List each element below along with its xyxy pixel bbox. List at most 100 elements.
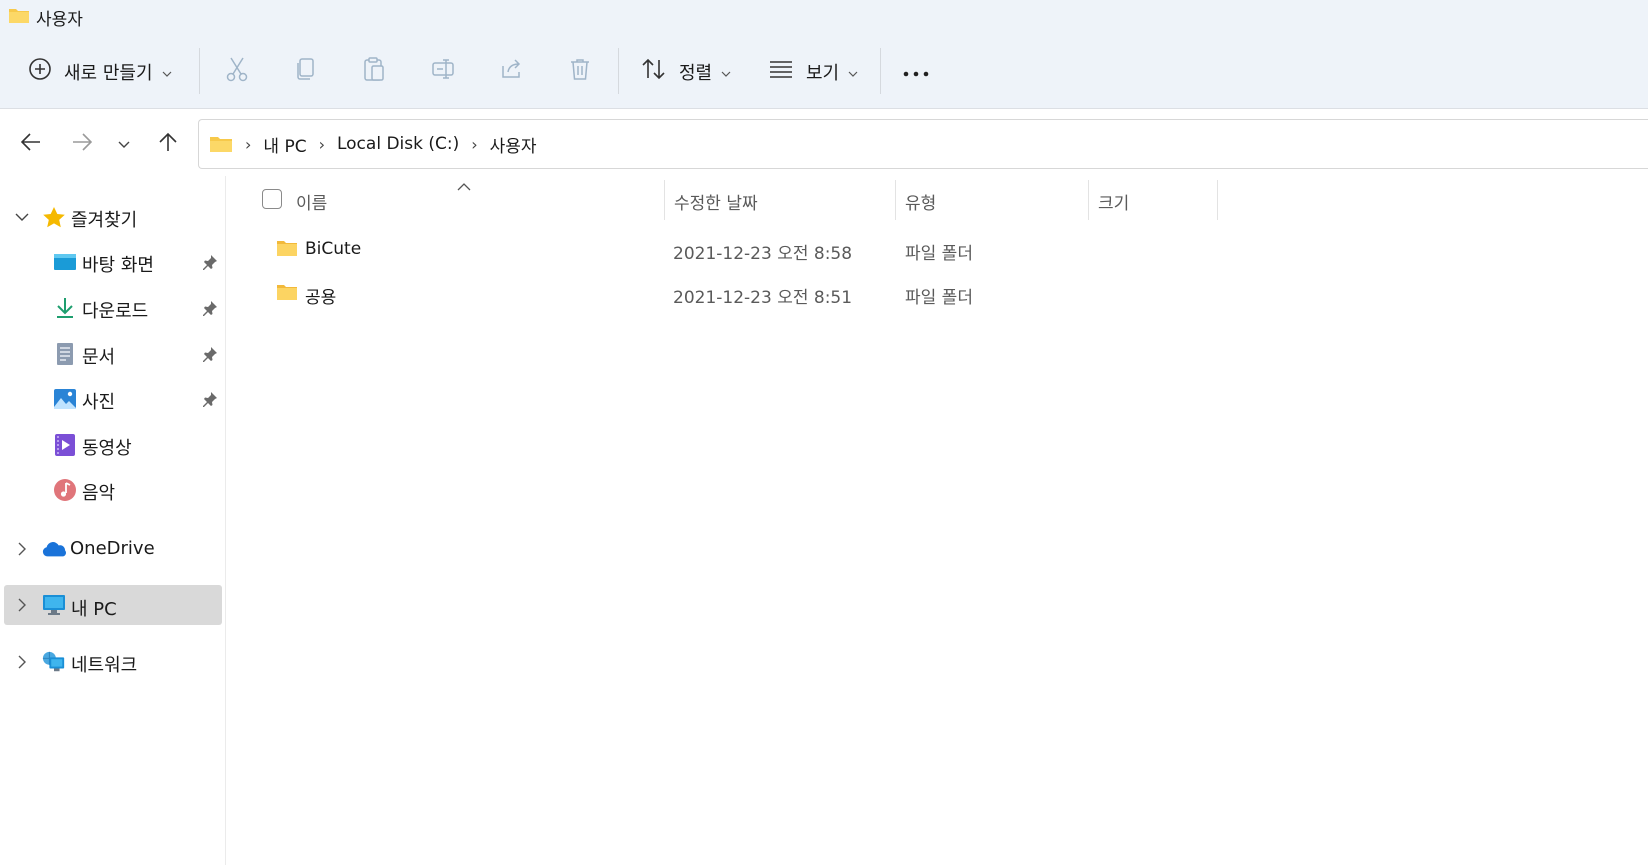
chevron-right-icon[interactable] — [14, 597, 30, 613]
delete-button[interactable] — [569, 34, 591, 109]
select-all-checkbox[interactable] — [262, 189, 282, 209]
sidebar-item-pictures[interactable]: 사진 — [4, 379, 222, 419]
chevron-down-icon — [721, 62, 731, 82]
file-row[interactable]: BiCute 2021-12-23 오전 8:58 파일 폴더 — [267, 229, 1217, 269]
up-button[interactable] — [154, 130, 182, 158]
sort-button[interactable]: 정렬 — [641, 34, 731, 109]
sidebar-item-documents[interactable]: 문서 — [4, 334, 222, 374]
computer-icon — [42, 593, 66, 617]
breadcrumb-chevron-icon[interactable]: › — [319, 135, 325, 154]
column-resize-handle[interactable] — [664, 180, 665, 220]
sidebar-item-label: 네트워크 — [71, 655, 138, 676]
breadcrumb-chevron-icon[interactable]: › — [471, 135, 477, 154]
chevron-down-icon[interactable] — [14, 209, 30, 225]
sort-ascending-icon — [457, 176, 471, 196]
column-header-size[interactable]: 크기 — [1098, 181, 1129, 221]
arrow-right-icon — [72, 132, 93, 156]
new-button-label: 새로 만들기 — [64, 62, 153, 84]
sidebar-item-label: OneDrive — [70, 538, 155, 559]
new-button[interactable]: 새로 만들기 — [28, 34, 172, 109]
sidebar-item-downloads[interactable]: 다운로드 — [4, 288, 222, 328]
desktop-icon — [53, 250, 77, 274]
sidebar-item-favorites[interactable]: 즐겨찾기 — [4, 197, 222, 237]
file-name: BiCute — [305, 239, 362, 259]
view-button[interactable]: 보기 — [768, 34, 858, 109]
sort-icon — [641, 57, 667, 86]
sidebar-item-label: 음악 — [82, 483, 116, 504]
file-date: 2021-12-23 오전 8:58 — [673, 244, 853, 264]
pictures-icon — [53, 387, 77, 411]
sidebar-item-label: 바탕 화면 — [82, 255, 154, 276]
folder-icon — [276, 283, 298, 306]
sort-button-label: 정렬 — [679, 62, 713, 84]
column-resize-handle[interactable] — [1088, 180, 1089, 220]
share-icon — [500, 58, 524, 85]
sidebar-item-onedrive[interactable]: OneDrive — [4, 529, 222, 569]
title-bar: 사용자 — [0, 0, 1648, 34]
plus-circle-icon — [28, 57, 52, 86]
file-type: 파일 폴더 — [905, 244, 973, 264]
cloud-icon — [42, 537, 66, 561]
pin-icon[interactable] — [202, 391, 218, 407]
sidebar-item-music[interactable]: 음악 — [4, 470, 222, 510]
window-title: 사용자 — [36, 9, 83, 30]
back-button[interactable] — [17, 130, 45, 158]
file-name: 공용 — [305, 288, 337, 308]
document-icon — [53, 342, 77, 366]
breadcrumb-item[interactable]: 내 PC — [263, 132, 306, 157]
navigation-pane: 즐겨찾기 바탕 화면 다운로드 문서 사진 동영상 음악 OneDrive 내 … — [0, 176, 226, 865]
column-header-type[interactable]: 유형 — [905, 181, 936, 221]
view-button-label: 보기 — [806, 62, 840, 84]
chevron-right-icon[interactable] — [14, 541, 30, 557]
column-header-date[interactable]: 수정한 날짜 — [674, 181, 758, 221]
recent-locations-button[interactable] — [110, 130, 138, 158]
column-header-label: 유형 — [905, 193, 937, 214]
sidebar-item-videos[interactable]: 동영상 — [4, 425, 222, 465]
file-row[interactable]: 공용 2021-12-23 오전 8:51 파일 폴더 — [267, 273, 1217, 313]
pin-icon[interactable] — [202, 300, 218, 316]
cut-button[interactable] — [225, 34, 249, 109]
chevron-down-icon — [848, 62, 858, 82]
breadcrumb-chevron-icon[interactable]: › — [245, 135, 251, 154]
file-type: 파일 폴더 — [905, 288, 973, 308]
sidebar-item-desktop[interactable]: 바탕 화면 — [4, 242, 222, 282]
chevron-down-icon — [162, 62, 172, 82]
sidebar-item-label: 문서 — [82, 347, 116, 368]
rename-button[interactable] — [431, 34, 457, 109]
pin-icon[interactable] — [202, 254, 218, 270]
column-resize-handle[interactable] — [895, 180, 896, 220]
column-resize-handle[interactable] — [1217, 180, 1218, 220]
column-header-label: 이름 — [296, 193, 328, 214]
column-header-label: 크기 — [1098, 193, 1130, 214]
paste-button[interactable] — [362, 34, 386, 109]
column-header-label: 수정한 날짜 — [674, 193, 758, 214]
folder-icon — [276, 239, 298, 262]
folder-icon — [8, 6, 30, 29]
address-bar[interactable]: › 내 PC › Local Disk (C:) › 사용자 — [198, 119, 1648, 169]
share-button[interactable] — [500, 34, 524, 109]
copy-button[interactable] — [295, 34, 317, 109]
view-icon — [768, 59, 794, 84]
column-header-name[interactable]: 이름 — [296, 181, 327, 221]
sidebar-item-label: 다운로드 — [82, 301, 149, 322]
toolbar-divider — [880, 48, 881, 94]
command-bar: 새로 만들기 정렬 보기 — [0, 34, 1648, 109]
sidebar-item-network[interactable]: 네트워크 — [4, 642, 222, 682]
breadcrumb-item[interactable]: 사용자 — [490, 132, 537, 157]
chevron-down-icon — [118, 134, 130, 154]
folder-icon — [209, 134, 233, 154]
chevron-right-icon[interactable] — [14, 654, 30, 670]
breadcrumb-item[interactable]: Local Disk (C:) — [337, 134, 459, 154]
sidebar-item-this-pc[interactable]: 내 PC — [4, 585, 222, 625]
sidebar-item-label: 내 PC — [71, 599, 117, 620]
rename-icon — [431, 58, 457, 85]
more-icon — [903, 62, 929, 82]
sidebar-item-label: 즐겨찾기 — [71, 210, 138, 231]
copy-icon — [295, 57, 317, 86]
pin-icon[interactable] — [202, 346, 218, 362]
address-row: › 내 PC › Local Disk (C:) › 사용자 — [0, 110, 1648, 176]
video-icon — [53, 433, 77, 457]
forward-button[interactable] — [68, 130, 96, 158]
more-options-button[interactable] — [903, 34, 929, 109]
delete-icon — [569, 57, 591, 86]
